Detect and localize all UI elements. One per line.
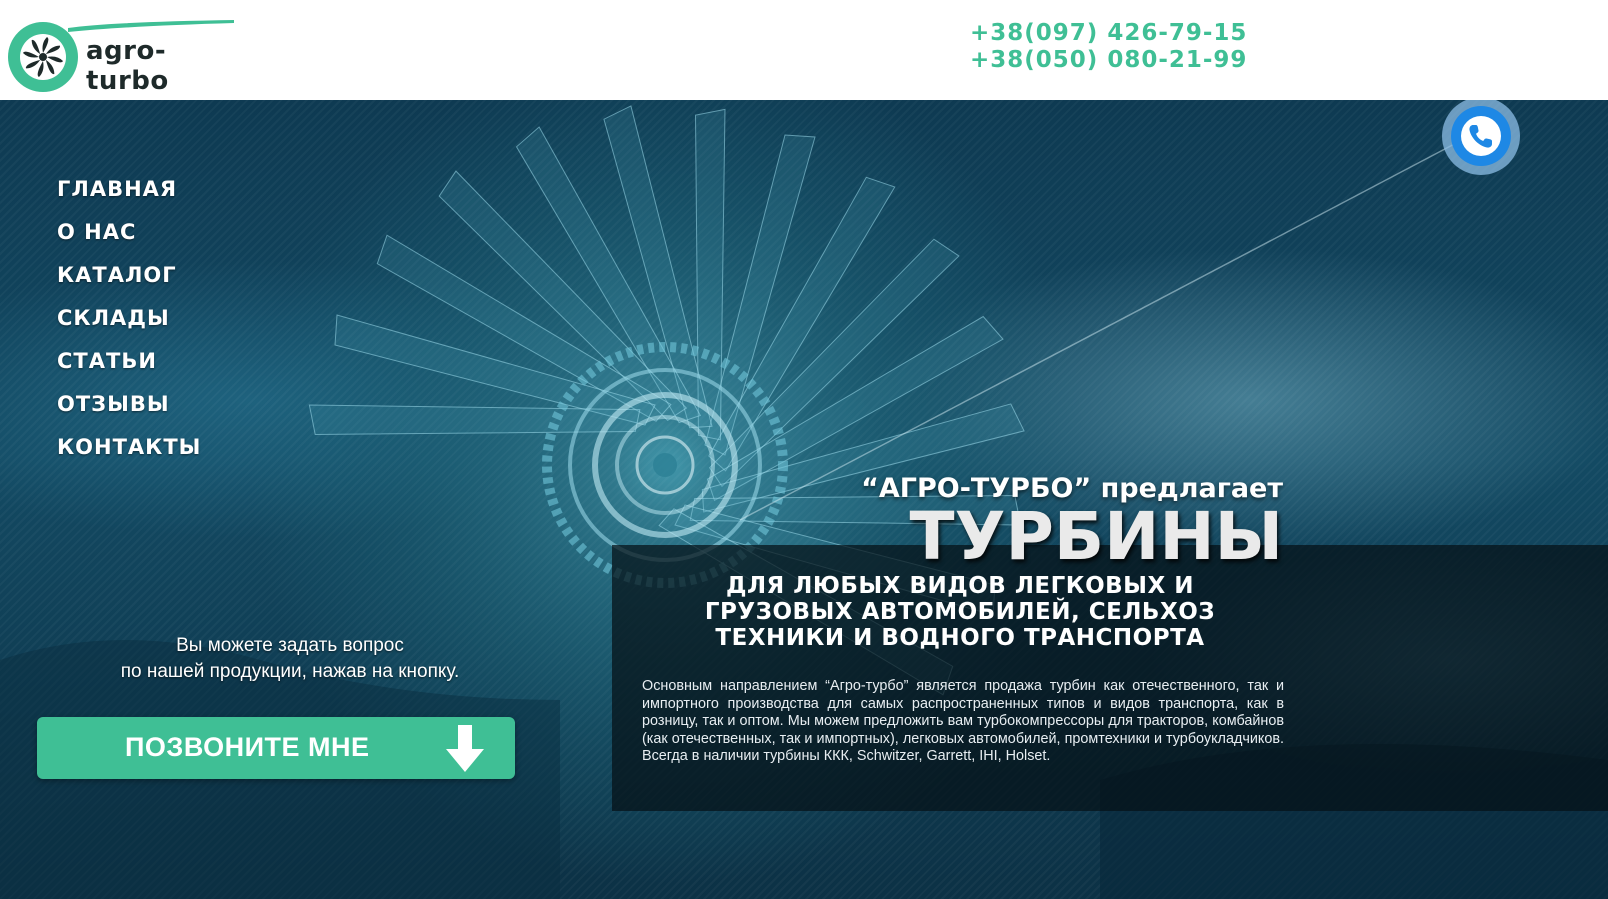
floating-call-button[interactable] — [1442, 100, 1520, 175]
phone-link-2[interactable]: +38(050) 080-21-99 — [970, 47, 1247, 74]
logo[interactable]: agro-turbo — [8, 10, 248, 96]
phone-link-1[interactable]: +38(097) 426-79-15 — [970, 20, 1247, 47]
main-nav: ГЛАВНАЯ О НАС КАТАЛОГ СКЛАДЫ СТАТЬИ ОТЗЫ… — [57, 174, 201, 475]
nav-item-reviews[interactable]: ОТЗЫВЫ — [57, 389, 201, 432]
site-header: agro-turbo +38(097) 426-79-15 +38(050) 0… — [0, 0, 1608, 100]
hero-section: ГЛАВНАЯ О НАС КАТАЛОГ СКЛАДЫ СТАТЬИ ОТЗЫ… — [0, 100, 1608, 899]
question-line-2: по нашей продукции, нажав на кнопку. — [120, 661, 460, 682]
nav-item-home[interactable]: ГЛАВНАЯ — [57, 174, 201, 217]
arrow-down-icon — [446, 725, 484, 772]
hero-headline: “АГРО-ТУРБО” предлагает ТУРБИНЫ — [861, 473, 1283, 570]
question-line-1: Вы можете задать вопрос — [176, 635, 404, 656]
hero-description: Основным направлением “Агро-турбо” являе… — [642, 678, 1284, 764]
nav-item-about[interactable]: О НАС — [57, 217, 201, 260]
nav-item-contacts[interactable]: КОНТАКТЫ — [57, 432, 201, 475]
logo-swoosh — [68, 20, 234, 32]
logo-turbine-icon — [8, 22, 78, 92]
hero-subtitle: ДЛЯ ЛЮБЫХ ВИДОВ ЛЕГКОВЫХ И ГРУЗОВЫХ АВТО… — [704, 573, 1216, 651]
question-text: Вы можете задать вопрос по нашей продукц… — [60, 633, 520, 685]
nav-item-warehouses[interactable]: СКЛАДЫ — [57, 303, 201, 346]
hero-title: ТУРБИНЫ — [909, 498, 1283, 575]
logo-text: agro-turbo — [86, 36, 169, 96]
phone-numbers: +38(097) 426-79-15 +38(050) 080-21-99 — [970, 20, 1247, 74]
nav-item-articles[interactable]: СТАТЬИ — [57, 346, 201, 389]
call-me-button-label: ПОЗВОНИТЕ МНЕ — [125, 732, 370, 762]
call-me-button[interactable]: ПОЗВОНИТЕ МНЕ — [37, 717, 515, 779]
nav-item-catalog[interactable]: КАТАЛОГ — [57, 260, 201, 303]
phone-icon — [1461, 116, 1501, 156]
